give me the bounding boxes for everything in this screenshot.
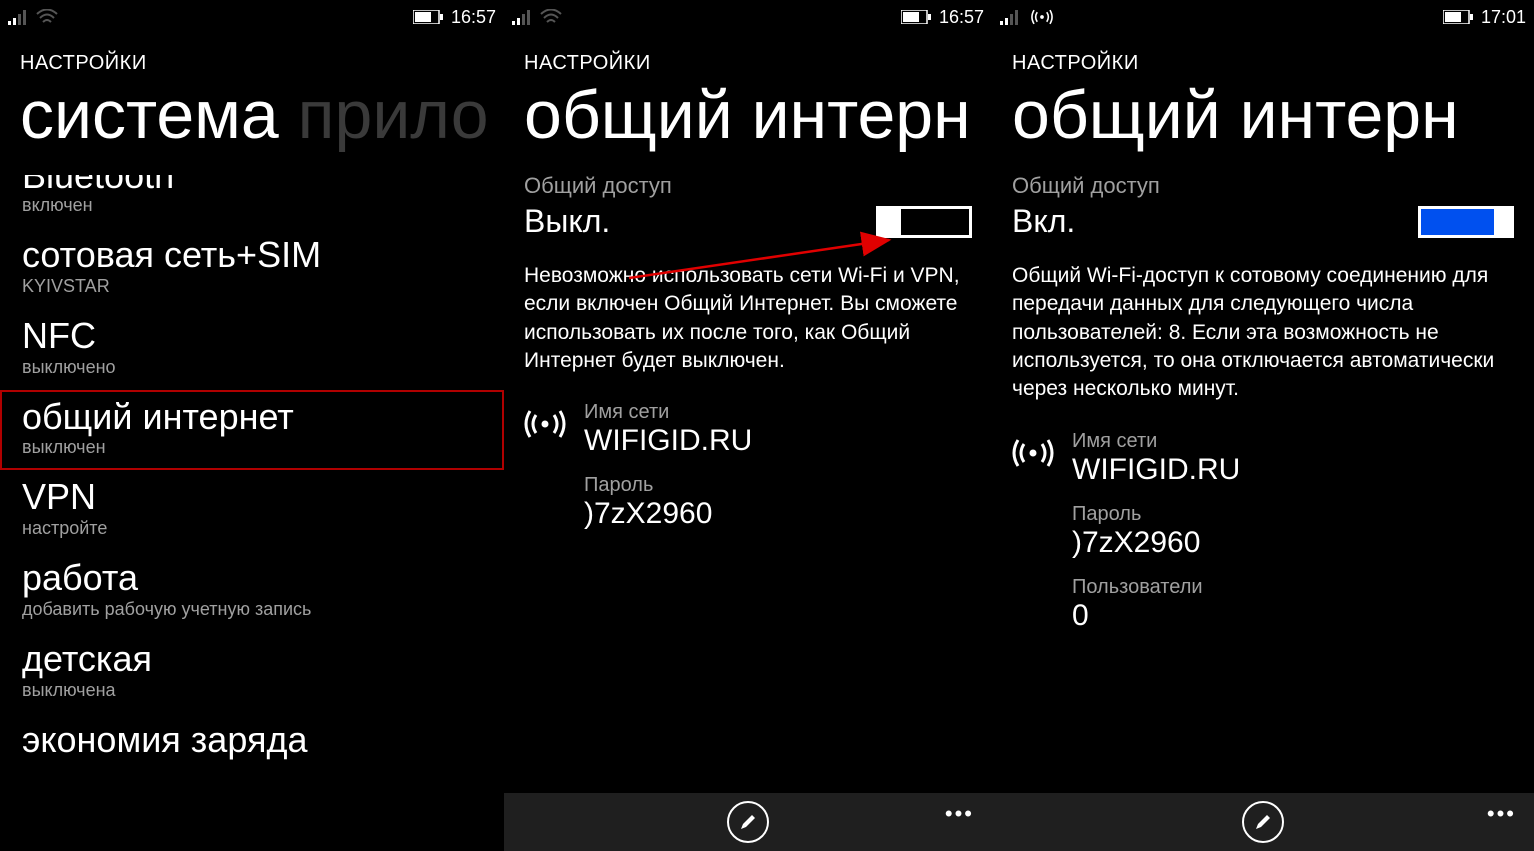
password-value: )7zX2960 xyxy=(1072,526,1240,560)
signal-icon xyxy=(512,9,532,25)
item-battery-saver[interactable]: экономия заряда xyxy=(0,713,504,771)
status-time: 16:57 xyxy=(939,7,984,28)
status-bar: 17:01 xyxy=(992,0,1534,34)
item-cellular-sim[interactable]: сотовая сеть+SIM KYIVSTAR xyxy=(0,228,504,309)
item-bluetooth[interactable]: Bluetooth включен xyxy=(0,167,504,228)
password-label: Пароль xyxy=(1072,503,1240,526)
sharing-state: Вкл. xyxy=(1012,203,1075,240)
pivot-header[interactable]: общий интерн xyxy=(504,81,992,159)
wifi-icon xyxy=(36,9,58,25)
edit-button[interactable] xyxy=(727,801,769,843)
sharing-description: Общий Wi-Fi-доступ к сотовому соединению… xyxy=(1012,262,1514,404)
settings-label: НАСТРОЙКИ xyxy=(0,34,504,81)
item-nfc[interactable]: NFC выключено xyxy=(0,309,504,390)
settings-label: НАСТРОЙКИ xyxy=(992,34,1534,81)
sharing-toggle[interactable] xyxy=(876,206,972,238)
pencil-icon xyxy=(738,812,758,832)
users-value: 0 xyxy=(1072,599,1240,633)
battery-icon xyxy=(413,10,443,24)
status-time: 16:57 xyxy=(451,7,496,28)
settings-list[interactable]: Bluetooth включен сотовая сеть+SIM KYIVS… xyxy=(0,159,504,771)
item-vpn[interactable]: VPN настройте xyxy=(0,470,504,551)
settings-label: НАСТРОЙКИ xyxy=(504,34,992,81)
signal-icon xyxy=(1000,9,1020,25)
sharing-label: Общий доступ xyxy=(524,173,972,199)
users-label: Пользователи xyxy=(1072,576,1240,599)
item-internet-sharing[interactable]: общий интернет выключен xyxy=(0,390,504,471)
app-bar: ••• xyxy=(504,793,992,851)
network-name-label: Имя сети xyxy=(1072,430,1240,453)
sharing-state: Выкл. xyxy=(524,203,610,240)
signal-icon xyxy=(8,9,28,25)
pivot-header[interactable]: система прило xyxy=(0,81,504,159)
password-label: Пароль xyxy=(584,474,752,497)
pencil-icon xyxy=(1253,812,1273,832)
pivot-system: система xyxy=(20,81,279,153)
screen-sharing-off: 16:57 НАСТРОЙКИ общий интерн Общий досту… xyxy=(504,0,992,851)
password-value: )7zX2960 xyxy=(584,497,752,531)
broadcast-icon xyxy=(524,401,566,441)
sharing-label: Общий доступ xyxy=(1012,173,1514,199)
item-bluetooth-sub: включен xyxy=(22,195,482,216)
network-name-value: WIFIGID.RU xyxy=(1072,453,1240,487)
status-bar: 16:57 xyxy=(0,0,504,34)
more-button[interactable]: ••• xyxy=(945,801,974,827)
item-work[interactable]: работа добавить рабочую учетную запись xyxy=(0,551,504,632)
network-name-label: Имя сети xyxy=(584,401,752,424)
sharing-toggle[interactable] xyxy=(1418,206,1514,238)
item-kids-corner[interactable]: детская выключена xyxy=(0,632,504,713)
broadcast-icon xyxy=(1012,430,1054,470)
screen-sharing-on: 17:01 НАСТРОЙКИ общий интерн Общий досту… xyxy=(992,0,1534,851)
screen-settings-system: 16:57 НАСТРОЙКИ система прило Bluetooth … xyxy=(0,0,504,851)
edit-button[interactable] xyxy=(1242,801,1284,843)
status-bar: 16:57 xyxy=(504,0,992,34)
more-button[interactable]: ••• xyxy=(1487,801,1516,827)
pivot-apps: прило xyxy=(298,81,489,153)
pivot-header[interactable]: общий интерн xyxy=(992,81,1534,159)
app-bar: ••• xyxy=(992,793,1534,851)
battery-icon xyxy=(1443,10,1473,24)
sharing-description: Невозможно использовать сети Wi-Fi и VPN… xyxy=(524,262,972,375)
status-time: 17:01 xyxy=(1481,7,1526,28)
broadcast-status-icon xyxy=(1028,8,1056,26)
battery-icon xyxy=(901,10,931,24)
wifi-icon xyxy=(540,9,562,25)
network-name-value: WIFIGID.RU xyxy=(584,424,752,458)
